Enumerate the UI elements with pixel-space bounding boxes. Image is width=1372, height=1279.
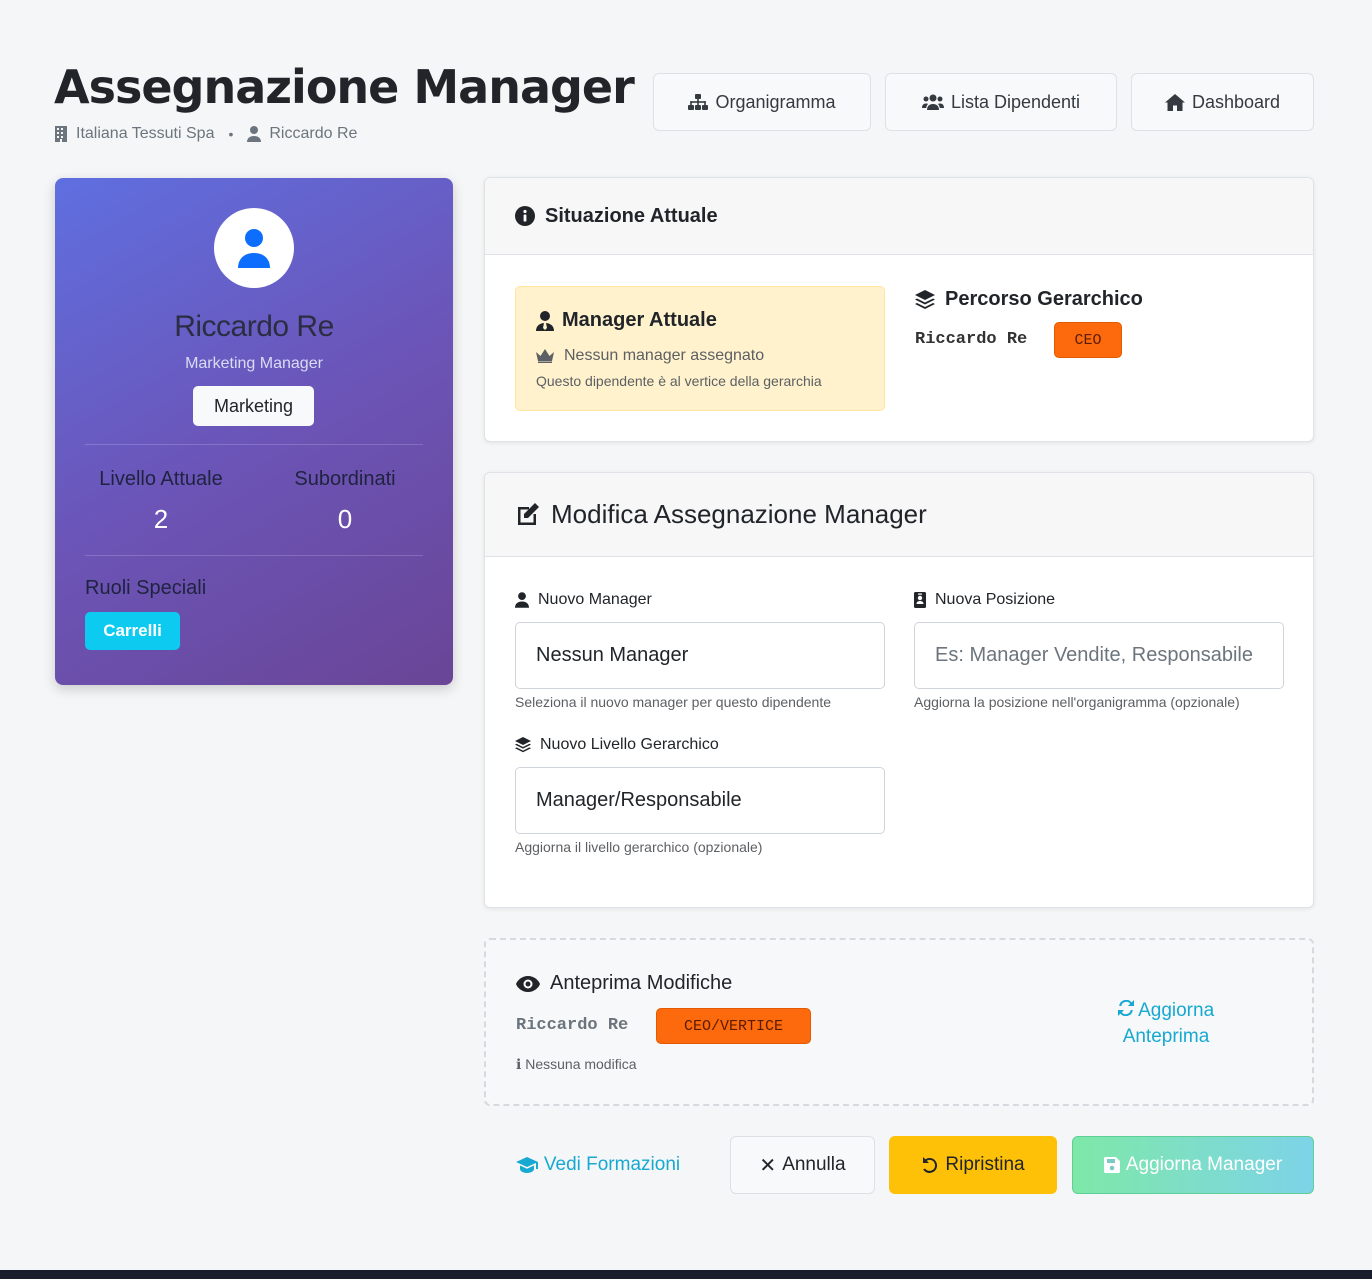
preview-note-text: Nessuna modifica xyxy=(525,1056,637,1072)
update-manager-button[interactable]: Aggiorna Manager xyxy=(1072,1136,1314,1194)
new-position-label: Nuova Posizione xyxy=(914,591,1055,609)
card-divider xyxy=(85,444,423,445)
new-manager-label-text: Nuovo Manager xyxy=(538,591,652,608)
edit-manager-header: Modifica Assegnazione Manager xyxy=(485,473,1313,557)
cancel-button[interactable]: ✕ Annulla xyxy=(730,1136,875,1194)
new-manager-hint: Seleziona il nuovo manager per questo di… xyxy=(515,694,832,710)
level-stat-value: 2 xyxy=(153,504,169,534)
close-icon: ✕ xyxy=(759,1154,777,1177)
special-role-badge: Carrelli xyxy=(85,612,180,650)
current-manager-title: Manager Attuale xyxy=(536,309,717,332)
special-roles-label: Ruoli Speciali xyxy=(85,577,207,599)
org-chart-button[interactable]: Organigramma xyxy=(653,73,871,131)
current-situation-title: Situazione Attuale xyxy=(545,204,718,227)
preview-title: Anteprima Modifiche xyxy=(516,972,732,995)
card-divider xyxy=(85,555,423,556)
info-icon: ℹ xyxy=(516,1056,522,1072)
view-trainings-link[interactable]: Vedi Formazioni xyxy=(498,1136,698,1194)
dashboard-button[interactable]: Dashboard xyxy=(1131,73,1314,131)
sync-icon xyxy=(1117,999,1134,1017)
department-badge: Marketing xyxy=(193,386,314,426)
dashboard-label: Dashboard xyxy=(1191,91,1281,112)
preview-badge: CEO/VERTICE xyxy=(656,1008,811,1044)
hierarchy-path-name: Riccardo Re xyxy=(915,330,1028,349)
building-icon xyxy=(55,126,67,142)
employee-role: Marketing Manager xyxy=(185,355,323,372)
current-manager-value: Nessun manager assegnato xyxy=(536,347,764,365)
current-situation-panel: Situazione Attuale Manager Attuale Nessu… xyxy=(484,177,1314,442)
current-manager-title-text: Manager Attuale xyxy=(562,309,717,331)
view-trainings-label: Vedi Formazioni xyxy=(543,1154,681,1175)
reset-label: Ripristina xyxy=(945,1154,1025,1175)
page-title: Assegnazione Manager xyxy=(54,60,635,114)
user-avatar-icon xyxy=(238,229,270,268)
org-chart-label: Organigramma xyxy=(715,91,836,112)
new-manager-label: Nuovo Manager xyxy=(515,591,652,609)
current-user: Riccardo Re xyxy=(269,125,358,142)
undo-icon xyxy=(923,1157,938,1173)
user-tie-icon xyxy=(515,592,529,608)
separator-dot: • xyxy=(228,126,234,142)
graduation-cap-icon xyxy=(515,1157,538,1173)
crown-icon xyxy=(536,349,554,363)
reset-button[interactable]: Ripristina xyxy=(889,1136,1057,1194)
current-manager-box: Manager Attuale Nessun manager assegnato… xyxy=(515,286,885,411)
subordinates-stat-label: Subordinati xyxy=(294,468,396,490)
eye-icon xyxy=(516,975,540,992)
new-level-label-text: Nuovo Livello Gerarchico xyxy=(540,736,719,753)
users-icon xyxy=(921,94,944,110)
level-stat-label: Livello Attuale xyxy=(99,468,223,490)
edit-manager-title: Modifica Assegnazione Manager xyxy=(551,499,927,529)
id-badge-icon xyxy=(914,592,926,608)
employee-profile-card: Riccardo Re Marketing Manager Marketing … xyxy=(55,178,453,685)
current-situation-header: Situazione Attuale xyxy=(485,178,1313,255)
edit-manager-panel: Modifica Assegnazione Manager Nuovo Mana… xyxy=(484,472,1314,908)
refresh-preview-line2: Anteprima xyxy=(1122,1026,1210,1047)
employee-list-label: Lista Dipendenti xyxy=(950,91,1081,112)
new-level-hint: Aggiorna il livello gerarchico (opzional… xyxy=(515,839,763,855)
user-tie-icon xyxy=(536,310,554,331)
preview-name: Riccardo Re xyxy=(516,1016,629,1035)
info-circle-icon xyxy=(515,206,535,226)
company-name: Italiana Tessuti Spa xyxy=(76,125,215,142)
new-level-label: Nuovo Livello Gerarchico xyxy=(515,736,719,754)
new-manager-select[interactable] xyxy=(515,622,885,689)
layers-icon xyxy=(515,737,531,753)
edit-icon xyxy=(518,502,539,525)
refresh-preview-line1: Aggiorna xyxy=(1138,1000,1215,1021)
refresh-preview-link[interactable]: Aggiorna Anteprima xyxy=(1096,998,1236,1050)
subordinates-stat-value: 0 xyxy=(337,504,353,534)
preview-panel: Anteprima Modifiche Riccardo Re CEO/VERT… xyxy=(484,938,1314,1106)
hierarchy-path-title: Percorso Gerarchico xyxy=(915,288,1143,311)
new-level-select[interactable] xyxy=(515,767,885,834)
employee-list-button[interactable]: Lista Dipendenti xyxy=(885,73,1117,131)
hierarchy-path-badge: CEO xyxy=(1054,322,1122,358)
current-manager-note: Questo dipendente è al vertice della ger… xyxy=(536,373,822,389)
preview-note: ℹ Nessuna modifica xyxy=(516,1056,637,1073)
hierarchy-path-title-text: Percorso Gerarchico xyxy=(945,288,1143,310)
cancel-label: Annulla xyxy=(782,1154,846,1175)
sitemap-icon xyxy=(688,94,709,110)
new-position-label-text: Nuova Posizione xyxy=(935,591,1056,608)
preview-title-text: Anteprima Modifiche xyxy=(550,972,733,994)
breadcrumb: Italiana Tessuti Spa • Riccardo Re xyxy=(54,125,357,143)
layers-icon xyxy=(915,289,935,309)
update-manager-label: Aggiorna Manager xyxy=(1125,1154,1283,1175)
footer-bar xyxy=(0,1270,1372,1279)
home-icon xyxy=(1164,93,1185,111)
employee-name: Riccardo Re xyxy=(174,310,334,343)
new-position-hint: Aggiorna la posizione nell'organigramma … xyxy=(914,694,1240,710)
new-position-input[interactable] xyxy=(914,622,1284,689)
save-icon xyxy=(1103,1157,1120,1173)
current-manager-value-text: Nessun manager assegnato xyxy=(564,347,765,364)
user-icon xyxy=(247,126,262,142)
avatar xyxy=(214,208,294,288)
